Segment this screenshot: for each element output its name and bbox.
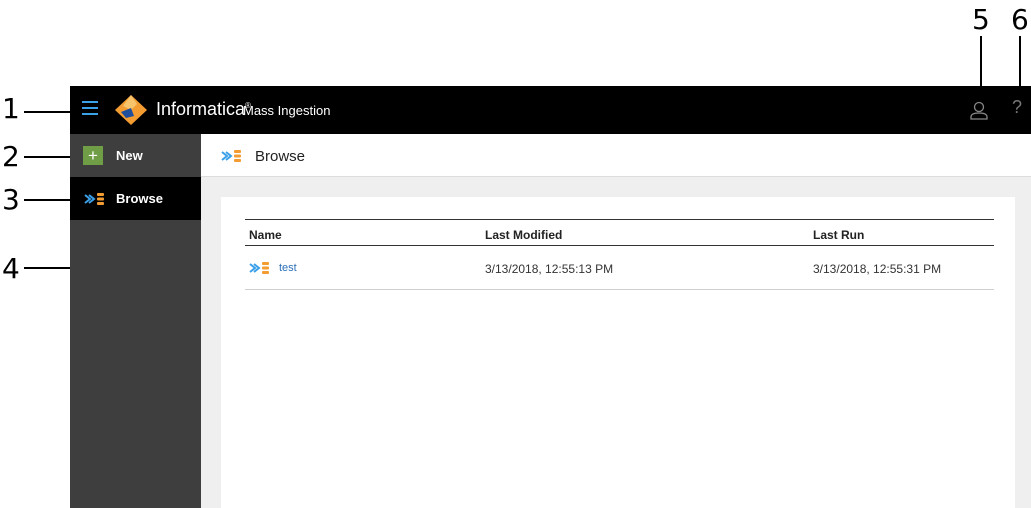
plus-icon: + — [83, 146, 103, 165]
sidebar-item-browse[interactable]: Browse — [70, 177, 201, 220]
sidebar-item-label: Browse — [116, 191, 163, 206]
brand-name: Informatica® — [156, 99, 251, 120]
sidebar-item-label: New — [116, 148, 143, 163]
column-header-name[interactable]: Name — [249, 228, 282, 242]
column-header-last-run[interactable]: Last Run — [813, 228, 864, 242]
callout-2-line — [24, 156, 70, 158]
top-bar: Informatica® Mass Ingestion ? — [70, 86, 1031, 134]
table-header-border — [245, 245, 994, 246]
callout-2: 2 — [2, 140, 20, 173]
sidebar: + New Browse — [70, 134, 201, 508]
callout-3-line — [24, 199, 70, 201]
callout-5: 5 — [972, 3, 990, 36]
help-icon[interactable]: ? — [1012, 97, 1022, 118]
callout-3: 3 — [2, 183, 20, 216]
brand-text: Informatica — [156, 99, 246, 119]
ingestion-icon — [84, 193, 104, 205]
page-title: Browse — [255, 148, 306, 165]
callout-6: 6 — [1011, 3, 1029, 36]
callout-4: 4 — [2, 252, 20, 285]
informatica-logo-icon — [115, 95, 147, 125]
ingestion-icon — [249, 262, 269, 274]
ingestion-icon — [221, 150, 241, 162]
product-name: Mass Ingestion — [243, 103, 331, 118]
page-header: Browse — [201, 134, 1031, 177]
table-top-border — [245, 219, 994, 220]
task-name-link[interactable]: test — [279, 262, 297, 274]
browse-card — [221, 197, 1015, 508]
last-run-cell: 3/13/2018, 12:55:31 PM — [813, 262, 942, 276]
last-modified-cell: 3/13/2018, 12:55:13 PM — [485, 262, 614, 276]
hamburger-menu-icon[interactable] — [82, 101, 98, 119]
callout-1-line — [24, 111, 70, 113]
user-icon[interactable] — [968, 99, 990, 121]
column-header-last-modified[interactable]: Last Modified — [485, 228, 562, 242]
sidebar-item-new[interactable]: + New — [70, 134, 201, 178]
row-divider — [245, 289, 994, 290]
callout-1: 1 — [2, 92, 20, 125]
